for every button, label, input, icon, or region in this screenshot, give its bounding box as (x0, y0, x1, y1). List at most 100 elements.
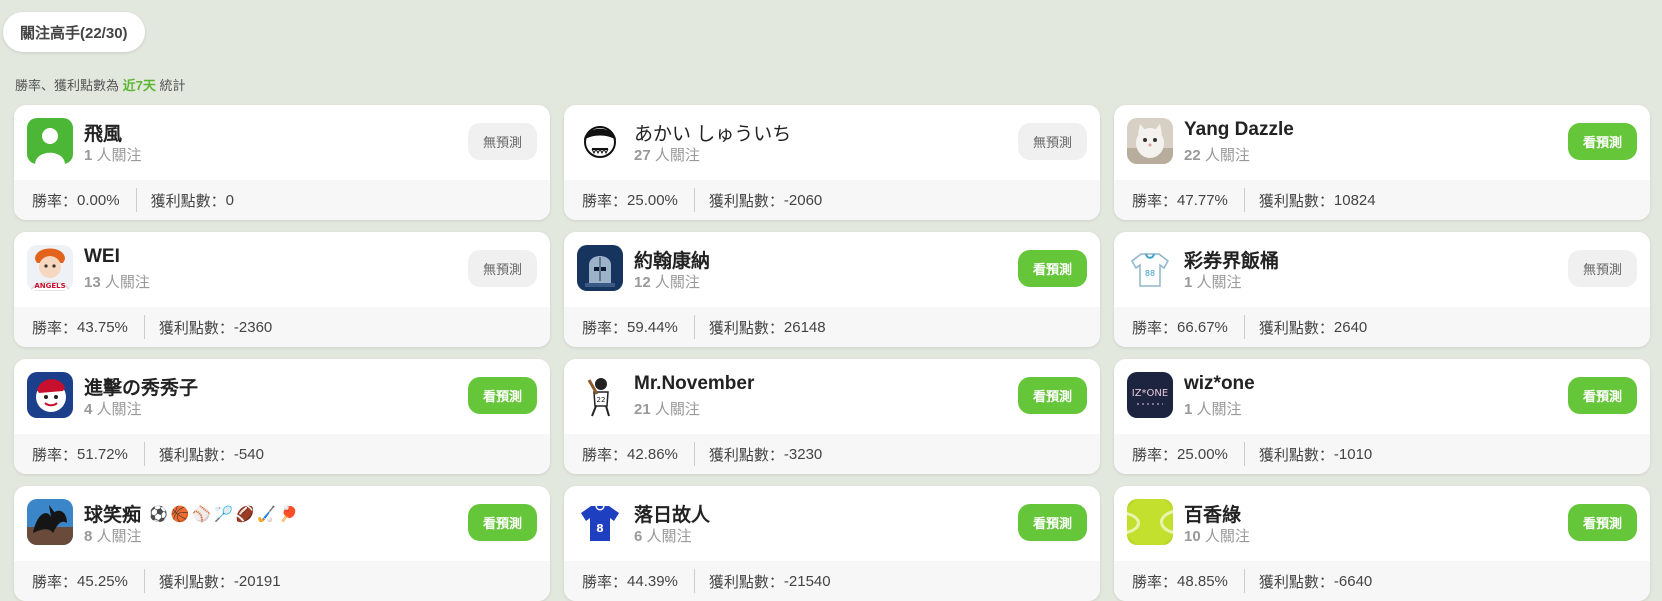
follower-number: 27 (634, 147, 651, 164)
expert-name[interactable]: WEI (84, 246, 120, 268)
win-rate-label: 勝率： (32, 573, 78, 591)
stat-divider (1243, 315, 1245, 339)
view-prediction-button[interactable]: 看預測 (1018, 250, 1087, 287)
view-prediction-button[interactable]: 看預測 (1018, 504, 1087, 541)
baseball-mascot-avatar[interactable] (27, 372, 73, 418)
expert-card-header: ANGELS WEI 13 人關注 無預測 (14, 232, 550, 307)
tab-followed-experts[interactable]: 關注高手(22/30) (3, 12, 145, 52)
expert-name[interactable]: 彩券界飯桶 (1184, 246, 1279, 273)
expert-card-grid: 飛風 1 人關注 無預測 勝率： 0.00% 獲利點數： 0 あかい しゅういち 27 人關注無… (14, 105, 1650, 601)
expert-name[interactable]: Mr.November (634, 373, 754, 395)
expert-name[interactable]: あかい しゅういち (634, 119, 791, 146)
stat-divider (1243, 442, 1245, 466)
win-rate-value: 51.72% (77, 445, 128, 463)
expert-card[interactable]: あかい しゅういち 27 人關注 無預測勝率： 25.00% 獲利點數： -2060 (564, 105, 1100, 220)
angels-player-avatar[interactable]: ANGELS (27, 245, 73, 291)
profit-label: 獲利點數： (708, 192, 784, 210)
win-rate-value: 0.00% (77, 191, 120, 209)
view-prediction-button[interactable]: 看預測 (1568, 123, 1637, 160)
expert-card[interactable]: ANGELS WEI 13 人關注 無預測 勝率： 43.75% 獲利點數： -2360 (14, 232, 550, 347)
win-rate-value: 42.86% (627, 445, 678, 463)
cartoon-face-avatar[interactable] (577, 118, 623, 164)
view-prediction-button[interactable]: 看預測 (1018, 377, 1087, 414)
expert-name-text: あかい しゅういち (634, 124, 792, 145)
expert-card[interactable]: 百香綠 10 人關注 看預測 勝率： 48.85% 獲利點數： -6640 (1114, 486, 1650, 601)
view-prediction-button[interactable]: 看預測 (468, 504, 537, 541)
expert-card[interactable]: IZ*ONE wiz*one 1 人關注 看預測 勝率： 25.00% 獲利點數： -1010 (1114, 359, 1650, 474)
no-prediction-button[interactable]: 無預測 (468, 123, 537, 160)
tennis-ball-avatar[interactable] (1127, 499, 1173, 545)
profit-label: 獲利點數： (1258, 573, 1334, 591)
no-prediction-button[interactable]: 無預測 (468, 250, 537, 287)
expert-card[interactable]: 22 Mr.November 21 人關注 看預測 勝率： 42.86% 獲利點數： -323… (564, 359, 1100, 474)
follower-count: 1 人關注 (1184, 271, 1242, 292)
expert-name[interactable]: Yang Dazzle (1184, 119, 1294, 141)
sports-icons: ⚽🏀⚾🏸🏈🏑🏓 (149, 505, 301, 523)
stat-divider (143, 442, 145, 466)
no-prediction-button[interactable]: 無預測 (1018, 123, 1087, 160)
expert-name-text: Mr.November (634, 373, 755, 394)
expert-name[interactable]: 落日故人 (634, 500, 710, 527)
profit-value: -1010 (1333, 445, 1373, 463)
follower-number: 22 (1184, 147, 1201, 164)
expert-name[interactable]: 球笑痴 ⚽🏀⚾🏸🏈🏑🏓 (84, 500, 301, 527)
expert-card[interactable]: 球笑痴 ⚽🏀⚾🏸🏈🏑🏓 8 人關注 看預測 勝率： 45.25% 獲利點數： -20191 (14, 486, 550, 601)
follower-count: 13 人關注 (84, 271, 150, 292)
profit-value: 26148 (783, 318, 826, 336)
default-user-avatar[interactable] (27, 118, 73, 164)
expert-card[interactable]: Yang Dazzle 22 人關注 看預測 勝率： 47.77% 獲利點數： 10824 (1114, 105, 1650, 220)
jersey-avatar[interactable]: 88 (1127, 245, 1173, 291)
expert-card[interactable]: 8 落日故人 6 人關注 看預測勝率： 44.39% 獲利點數： -21540 (564, 486, 1100, 601)
stat-divider (1243, 569, 1245, 593)
follower-count: 10 人關注 (1184, 525, 1250, 546)
batter-sketch-avatar[interactable]: 22 (577, 372, 623, 418)
view-prediction-button[interactable]: 看預測 (1568, 377, 1637, 414)
knight-helmet-avatar[interactable] (577, 245, 623, 291)
follower-suffix: 人關注 (92, 147, 142, 164)
expert-name-text: wiz*one (1184, 373, 1255, 394)
profit-label: 獲利點數： (708, 446, 784, 464)
expert-card[interactable]: 飛風 1 人關注 無預測 勝率： 0.00% 獲利點數： 0 (14, 105, 550, 220)
dragon-avatar[interactable] (27, 499, 73, 545)
expert-card[interactable]: 約翰康納 12 人關注 看預測 勝率： 59.44% 獲利點數： 26148 (564, 232, 1100, 347)
expert-name[interactable]: 進擊の秀秀子 (84, 373, 198, 400)
stats-period-highlight: 近7天 (122, 78, 156, 93)
view-prediction-button[interactable]: 看預測 (468, 377, 537, 414)
expert-name[interactable]: wiz*one (1184, 373, 1255, 395)
expert-name-text: 球笑痴 (84, 505, 142, 526)
follower-count: 21 人關注 (634, 398, 700, 419)
profit-label: 獲利點數： (1258, 446, 1334, 464)
view-prediction-button[interactable]: 看預測 (1568, 504, 1637, 541)
profit-label: 獲利點數： (150, 192, 226, 210)
follower-number: 13 (84, 274, 101, 291)
win-rate-label: 勝率： (582, 192, 628, 210)
expert-name[interactable]: 百香綠 (1184, 500, 1241, 527)
win-rate-value: 44.39% (627, 572, 678, 590)
win-rate-label: 勝率： (1132, 573, 1178, 591)
follower-count: 6 人關注 (634, 525, 692, 546)
izone-logo-avatar[interactable]: IZ*ONE (1127, 372, 1173, 418)
svg-text:22: 22 (597, 396, 606, 404)
profit-value: -2360 (233, 318, 273, 336)
expert-card[interactable]: 88 彩券界飯桶 1 人關注 無預測勝率： 66.67% 獲利點數： 2640 (1114, 232, 1650, 347)
expert-stats: 勝率： 25.00% 獲利點數： -2060 (564, 180, 1100, 220)
expert-name[interactable]: 飛風 (84, 119, 122, 146)
profit-value: 0 (225, 191, 234, 209)
expert-card-header: 約翰康納 12 人關注 看預測 (564, 232, 1100, 307)
profit-value: -2060 (783, 191, 823, 209)
follower-number: 10 (1184, 528, 1201, 545)
expert-card[interactable]: 進擊の秀秀子 4 人關注 看預測 勝率： 51.72% 獲利點數： -540 (14, 359, 550, 474)
expert-stats: 勝率： 44.39% 獲利點數： -21540 (564, 561, 1100, 601)
blue-jersey-avatar[interactable]: 8 (577, 499, 623, 545)
expert-card-header: IZ*ONE wiz*one 1 人關注 看預測 (1114, 359, 1650, 434)
expert-stats: 勝率： 25.00% 獲利點數： -1010 (1114, 434, 1650, 474)
expert-card-header: 進擊の秀秀子 4 人關注 看預測 (14, 359, 550, 434)
follower-suffix: 人關注 (650, 147, 700, 164)
win-rate-label: 勝率： (582, 446, 628, 464)
expert-stats: 勝率： 66.67% 獲利點數： 2640 (1114, 307, 1650, 347)
white-cat-avatar[interactable] (1127, 118, 1173, 164)
follower-number: 21 (634, 401, 651, 418)
expert-name[interactable]: 約翰康納 (634, 246, 710, 273)
profit-value: -6640 (1333, 572, 1373, 590)
no-prediction-button[interactable]: 無預測 (1568, 250, 1637, 287)
